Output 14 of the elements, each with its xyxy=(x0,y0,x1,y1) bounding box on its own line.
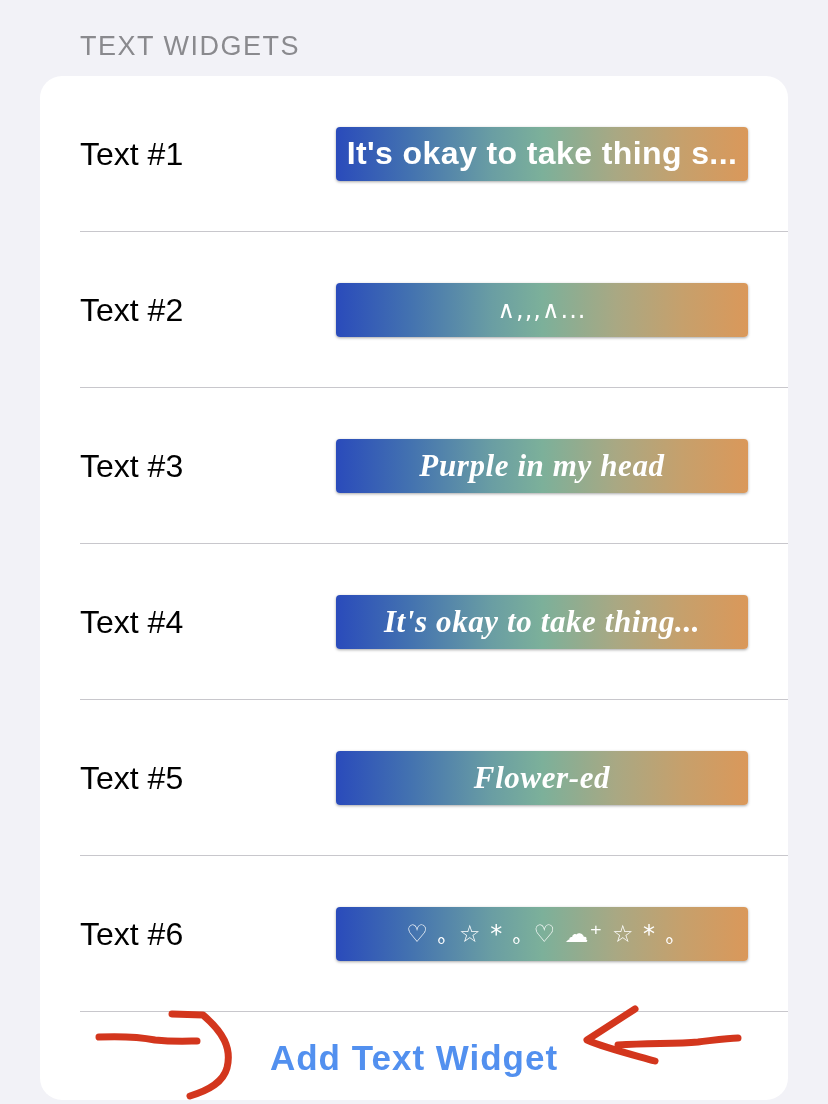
text-preview-banner: It's okay to take thing... xyxy=(336,594,748,649)
text-preview-banner: ♡ ｡ ☆ * ｡ ♡ ☁⁺ ☆ * ｡ xyxy=(336,906,748,961)
section-header: TEXT WIDGETS xyxy=(80,31,300,61)
widget-name: Text #3 xyxy=(80,446,184,486)
widget-name: Text #4 xyxy=(80,602,184,642)
widget-name: Text #5 xyxy=(80,758,184,798)
text-preview-banner: ∧,,,∧... xyxy=(336,282,748,337)
add-widget-link[interactable]: Add Text Widget xyxy=(269,1038,559,1078)
text-preview-banner: It's okay to take thing s... xyxy=(336,126,748,181)
widget-name: Text #1 xyxy=(80,134,184,174)
text-preview-banner: Flower-ed xyxy=(336,750,748,805)
widget-name: Text #2 xyxy=(80,290,184,330)
widget-name: Text #6 xyxy=(80,914,184,954)
text-preview-banner: Purple in my head xyxy=(336,438,748,493)
